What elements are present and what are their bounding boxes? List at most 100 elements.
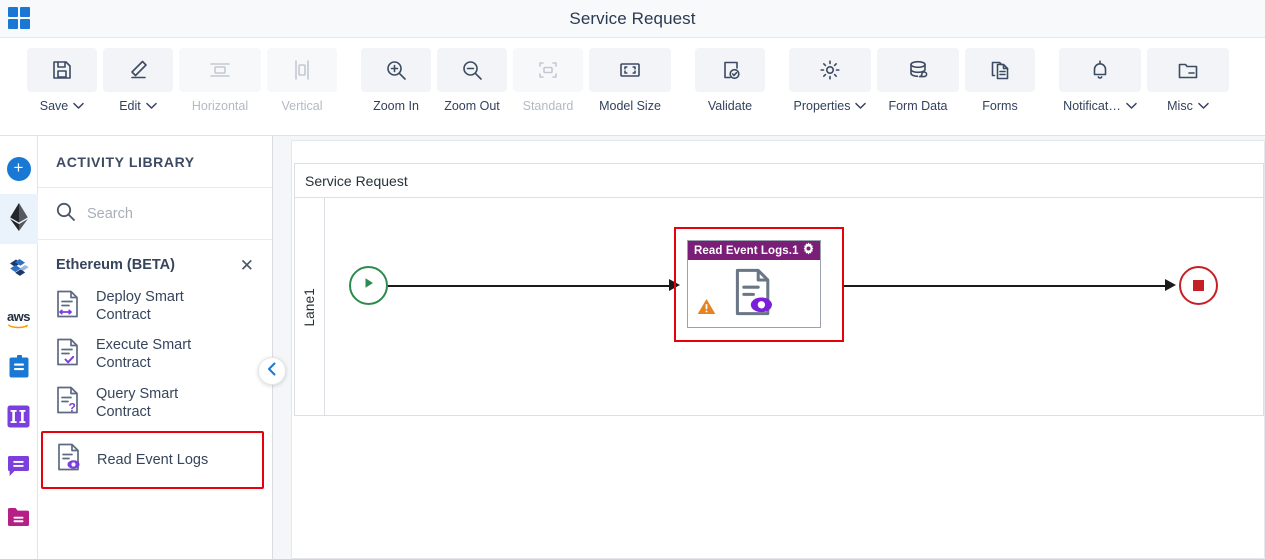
rail-item-hyperledger[interactable] (0, 244, 38, 294)
vertical-align-icon (267, 48, 337, 92)
toolbar-vertical-label: Vertical (281, 99, 323, 113)
start-play-icon (362, 276, 376, 295)
warning-triangle-icon (697, 298, 716, 320)
folder-icon (7, 507, 30, 532)
plus-circle-icon: + (6, 157, 31, 181)
library-item-execute-smart-contract[interactable]: Execute Smart Contract (38, 330, 272, 378)
library-item-label: Read Event Logs (97, 451, 209, 468)
library-item-query-smart-contract[interactable]: ? Query Smart Contract (38, 379, 272, 427)
lane-body[interactable]: Read Event Logs.1 (325, 198, 1263, 416)
bell-icon (1059, 48, 1141, 92)
task-body (688, 260, 820, 328)
toolbar-forms-button[interactable]: Forms (962, 38, 1038, 113)
toolbar-model-size-label: Model Size (599, 99, 661, 113)
rail-item-files[interactable] (0, 494, 38, 544)
label-text: Properties (793, 99, 851, 113)
lane-label[interactable]: Lane1 (295, 198, 325, 416)
sequence-flow-1[interactable] (388, 285, 674, 287)
toolbar-misc-button[interactable]: Misc (1144, 38, 1232, 113)
task-title: Read Event Logs.1 (694, 244, 799, 257)
pool-title: Service Request (295, 164, 1263, 198)
chevron-down-icon (73, 99, 84, 113)
page-title: Service Request (569, 8, 696, 28)
toolbar-horizontal-button[interactable]: Horizontal (176, 38, 264, 113)
search-input[interactable] (87, 205, 237, 222)
zoom-in-icon (361, 48, 431, 92)
library-item-read-event-logs[interactable]: Read Event Logs (41, 430, 264, 489)
document-eye-icon (57, 443, 83, 476)
start-event-node[interactable] (349, 266, 388, 305)
toolbar-validate-button[interactable]: Validate (692, 38, 768, 113)
horizontal-align-icon (179, 48, 261, 92)
toolbar-form-data-label: Form Data (888, 99, 948, 113)
canvas-surface[interactable]: Service Request Lane1 Read Event Logs.1 (291, 140, 1265, 559)
chevron-left-icon (267, 362, 277, 381)
rail-item-tasks[interactable] (0, 344, 38, 394)
toolbar-edit-button[interactable]: Edit (100, 38, 176, 113)
aws-wordmark: aws (6, 308, 31, 324)
task-header: Read Event Logs.1 (688, 241, 820, 260)
label-text: Notificat… (1063, 99, 1121, 113)
document-check-icon (56, 338, 82, 371)
library-group-name: Ethereum (BETA) (56, 257, 175, 273)
hyperledger-fabric-icon (6, 254, 32, 285)
columns-ii-icon (7, 405, 30, 433)
close-icon[interactable]: ✕ (240, 257, 254, 274)
grid-apps-icon[interactable] (8, 7, 32, 31)
rail-item-columns[interactable] (0, 394, 38, 444)
toolbar-properties-label: Properties (794, 99, 867, 113)
toolbar-zoom-in-button[interactable]: Zoom In (358, 38, 434, 113)
document-arrows-icon (56, 290, 82, 323)
sequence-flow-2[interactable] (844, 285, 1169, 287)
toolbar-properties-button[interactable]: Properties (786, 38, 874, 113)
pencil-edit-icon (103, 48, 173, 92)
toolbar-zoom-in-label: Zoom In (373, 99, 419, 113)
library-item-deploy-smart-contract[interactable]: Deploy Smart Contract (38, 282, 272, 330)
title-bar: Service Request (0, 0, 1265, 38)
chevron-down-icon (1198, 99, 1209, 113)
ethereum-diamond-icon (9, 202, 29, 236)
toolbar-validate-label: Validate (707, 99, 753, 113)
toolbar-form-data-button[interactable]: Form Data (874, 38, 962, 113)
toolbar-save-button[interactable]: Save (24, 38, 100, 113)
library-search-row[interactable] (38, 188, 272, 240)
library-item-label: Query Smart Contract (96, 385, 179, 420)
activity-library-panel: ACTIVITY LIBRARY Ethereum (BETA) ✕ Deplo… (38, 136, 273, 559)
sequence-flow-2-arrow (1165, 278, 1176, 291)
lane-label-text: Lane1 (302, 287, 317, 327)
toolbar-horizontal-label: Horizontal (191, 99, 249, 113)
toolbar-zoom-out-button[interactable]: Zoom Out (434, 38, 510, 113)
task-read-event-logs[interactable]: Read Event Logs.1 (687, 240, 821, 328)
toolbar-model-size-button[interactable]: Model Size (586, 38, 674, 113)
application-window: Service Request Save Edit Horizontal Ver… (0, 0, 1265, 559)
library-group-header: Ethereum (BETA) ✕ (38, 248, 272, 282)
chat-bubble-icon (7, 455, 30, 483)
floppy-save-icon (27, 48, 97, 92)
chevron-down-icon (1126, 99, 1137, 113)
label-text: Misc (1167, 99, 1193, 113)
library-item-label: Deploy Smart Contract (96, 289, 184, 324)
rail-item-messages[interactable] (0, 444, 38, 494)
gear-icon[interactable] (802, 242, 815, 260)
end-event-node[interactable] (1179, 266, 1218, 305)
library-item-label: Execute Smart Contract (96, 337, 192, 372)
toolbar-zoom-out-label: Zoom Out (444, 99, 500, 113)
diagram-canvas[interactable]: Service Request Lane1 Read Event Logs.1 (273, 136, 1265, 559)
toolbar-edit-label: Edit (119, 99, 157, 113)
left-icon-rail: + aws (0, 136, 38, 559)
chevron-down-icon (855, 99, 867, 113)
toolbar-save-label: Save (40, 99, 85, 113)
zoom-out-icon (437, 48, 507, 92)
panel-collapse-button[interactable] (258, 357, 286, 385)
rail-item-add[interactable]: + (0, 144, 38, 194)
document-eye-icon (734, 268, 776, 321)
toolbar-standard-button[interactable]: Standard (510, 38, 586, 113)
folder-misc-icon (1147, 48, 1229, 92)
rail-item-aws[interactable]: aws (0, 294, 38, 344)
process-pool[interactable]: Service Request Lane1 Read Event Logs.1 (294, 163, 1264, 416)
toolbar-notification-button[interactable]: Notificat… (1056, 38, 1144, 113)
document-question-icon: ? (56, 386, 82, 419)
rail-item-ethereum[interactable] (0, 194, 38, 244)
toolbar-vertical-button[interactable]: Vertical (264, 38, 340, 113)
end-stop-icon (1193, 280, 1204, 291)
